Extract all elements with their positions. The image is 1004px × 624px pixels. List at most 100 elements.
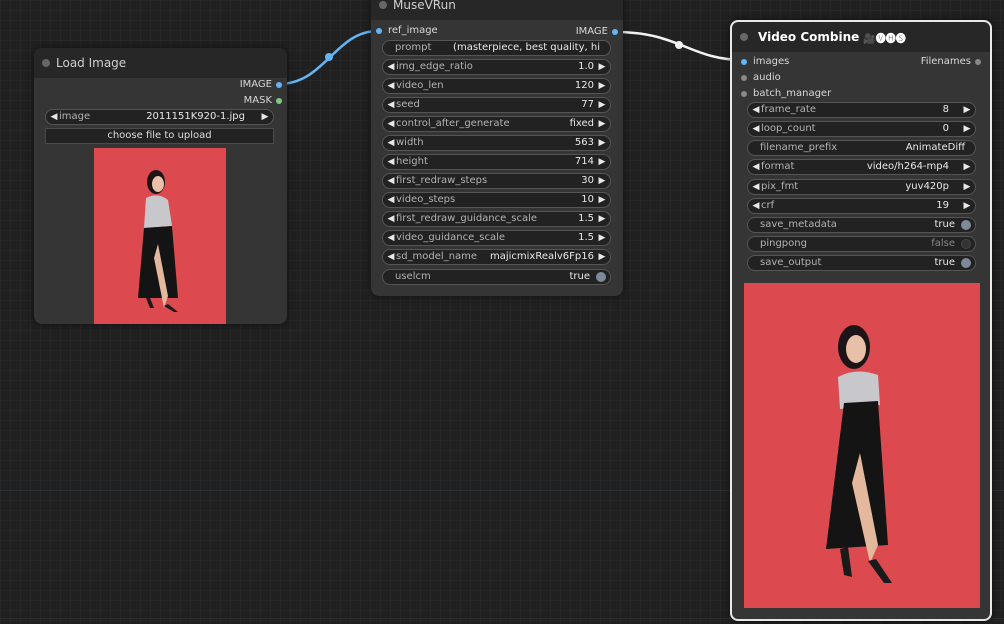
slot-dot-icon[interactable] (975, 59, 981, 65)
right-arrow-icon[interactable]: ▶ (597, 98, 607, 112)
slot-dot-icon[interactable] (276, 98, 282, 104)
format-combo-widget[interactable]: ◀ format video/h264-mp4 ▶ (747, 159, 976, 175)
widget-label: pingpong (760, 238, 807, 249)
toggle-knob-icon[interactable] (961, 220, 971, 230)
video-combine-node[interactable]: Video Combine 🎥🅥🅗🅢 images Filenames audi… (730, 20, 992, 621)
collapse-dot-icon[interactable] (379, 1, 387, 9)
right-arrow-icon[interactable]: ▶ (962, 199, 972, 213)
collapse-dot-icon[interactable] (42, 59, 50, 67)
left-arrow-icon[interactable]: ◀ (386, 212, 396, 226)
left-arrow-icon[interactable]: ◀ (49, 110, 59, 124)
left-arrow-icon[interactable]: ◀ (386, 231, 396, 245)
right-arrow-icon[interactable]: ▶ (597, 60, 607, 74)
left-arrow-icon[interactable]: ◀ (386, 117, 396, 131)
left-arrow-icon[interactable]: ◀ (751, 103, 761, 117)
load-image-node[interactable]: Load Image IMAGE MASK ◀ image 2011151K92… (34, 48, 287, 324)
right-arrow-icon[interactable]: ▶ (962, 103, 972, 117)
output-slot-mask[interactable]: MASK (182, 94, 282, 108)
right-arrow-icon[interactable]: ▶ (597, 155, 607, 169)
left-arrow-icon[interactable]: ◀ (386, 155, 396, 169)
node-title: MuseVRun (393, 0, 456, 12)
toggle-knob-icon[interactable] (961, 239, 971, 249)
widget-value: 120 (574, 80, 594, 91)
right-arrow-icon[interactable]: ▶ (597, 212, 607, 226)
toggle-knob-icon[interactable] (596, 272, 606, 282)
right-arrow-icon[interactable]: ▶ (962, 160, 972, 174)
collapse-dot-icon[interactable] (740, 33, 748, 41)
video-steps-widget[interactable]: ◀ video_steps 10 ▶ (382, 192, 611, 208)
left-arrow-icon[interactable]: ◀ (386, 60, 396, 74)
height-widget[interactable]: ◀ height 714 ▶ (382, 154, 611, 170)
right-arrow-icon[interactable]: ▶ (962, 180, 972, 194)
right-arrow-icon[interactable]: ▶ (597, 79, 607, 93)
slot-dot-icon[interactable] (612, 29, 618, 35)
image-preview (94, 148, 226, 324)
left-arrow-icon[interactable]: ◀ (386, 136, 396, 150)
video-combine-title-bar[interactable]: Video Combine 🎥🅥🅗🅢 (732, 22, 990, 52)
width-widget[interactable]: ◀ width 563 ▶ (382, 135, 611, 151)
choose-file-button[interactable]: choose file to upload (45, 128, 274, 144)
image-combo-widget[interactable]: ◀ image 2011151K920-1.jpg ▶ (45, 109, 274, 125)
right-arrow-icon[interactable]: ▶ (962, 122, 972, 136)
input-slot-images[interactable]: images (741, 55, 841, 69)
img-edge-ratio-widget[interactable]: ◀ img_edge_ratio 1.0 ▶ (382, 59, 611, 75)
widget-value: 1.0 (578, 61, 594, 72)
slot-dot-icon[interactable] (741, 91, 747, 97)
widget-value: 10 (581, 194, 594, 205)
input-slot-audio[interactable]: audio (741, 71, 841, 85)
left-arrow-icon[interactable]: ◀ (751, 160, 761, 174)
output-slot-image[interactable]: IMAGE (518, 25, 618, 39)
sd-model-name-widget[interactable]: ◀ sd_model_name majicmixRealv6Fp16 ▶ (382, 249, 611, 265)
output-slot-filenames[interactable]: Filenames (881, 55, 981, 69)
right-arrow-icon[interactable]: ▶ (597, 117, 607, 131)
crf-widget[interactable]: ◀ crf 19 ▶ (747, 198, 976, 214)
musevrun-title-bar[interactable]: MuseVRun (371, 0, 623, 20)
right-arrow-icon[interactable]: ▶ (597, 174, 607, 188)
prompt-widget[interactable]: prompt (masterpiece, best quality, hi (382, 40, 611, 56)
widget-label: video_len (396, 80, 444, 91)
uselcm-toggle[interactable]: uselcm true (382, 269, 611, 285)
widget-value: fixed (569, 118, 594, 129)
pix-fmt-combo-widget[interactable]: ◀ pix_fmt yuv420p ▶ (747, 179, 976, 195)
slot-label: Filenames (920, 56, 971, 67)
video-guidance-scale-widget[interactable]: ◀ video_guidance_scale 1.5 ▶ (382, 230, 611, 246)
left-arrow-icon[interactable]: ◀ (386, 98, 396, 112)
first-redraw-steps-widget[interactable]: ◀ first_redraw_steps 30 ▶ (382, 173, 611, 189)
widget-value: yuv420p (905, 181, 949, 192)
control-after-generate-widget[interactable]: ◀ control_after_generate fixed ▶ (382, 116, 611, 132)
load-image-title-bar[interactable]: Load Image (34, 48, 287, 78)
right-arrow-icon[interactable]: ▶ (597, 250, 607, 264)
left-arrow-icon[interactable]: ◀ (751, 122, 761, 136)
right-arrow-icon[interactable]: ▶ (597, 231, 607, 245)
input-slot-batch-manager[interactable]: batch_manager (741, 87, 861, 101)
left-arrow-icon[interactable]: ◀ (386, 250, 396, 264)
node-title: Load Image (56, 56, 127, 70)
output-slot-image[interactable]: IMAGE (182, 78, 282, 92)
vhs-badge-icons: 🎥🅥🅗🅢 (863, 33, 906, 45)
filename-prefix-widget[interactable]: filename_prefix AnimateDiff (747, 140, 976, 156)
slot-dot-icon[interactable] (276, 82, 282, 88)
left-arrow-icon[interactable]: ◀ (386, 174, 396, 188)
video-len-widget[interactable]: ◀ video_len 120 ▶ (382, 78, 611, 94)
video-preview[interactable] (744, 283, 980, 608)
right-arrow-icon[interactable]: ▶ (597, 193, 607, 207)
toggle-knob-icon[interactable] (961, 258, 971, 268)
seed-widget[interactable]: ◀ seed 77 ▶ (382, 97, 611, 113)
loop-count-widget[interactable]: ◀ loop_count 0 ▶ (747, 121, 976, 137)
save-metadata-toggle[interactable]: save_metadata true (747, 217, 976, 233)
save-output-toggle[interactable]: save_output true (747, 255, 976, 271)
input-slot-ref-image[interactable]: ref_image (376, 24, 476, 38)
left-arrow-icon[interactable]: ◀ (386, 193, 396, 207)
frame-rate-widget[interactable]: ◀ frame_rate 8 ▶ (747, 102, 976, 118)
slot-dot-icon[interactable] (741, 75, 747, 81)
right-arrow-icon[interactable]: ▶ (597, 136, 607, 150)
left-arrow-icon[interactable]: ◀ (751, 199, 761, 213)
slot-dot-icon[interactable] (741, 59, 747, 65)
pingpong-toggle[interactable]: pingpong false (747, 236, 976, 252)
right-arrow-icon[interactable]: ▶ (260, 110, 270, 124)
slot-dot-icon[interactable] (376, 28, 382, 34)
musevrun-node[interactable]: MuseVRun ref_image IMAGE prompt (masterp… (371, 0, 623, 296)
left-arrow-icon[interactable]: ◀ (751, 180, 761, 194)
first-redraw-guidance-scale-widget[interactable]: ◀ first_redraw_guidance_scale 1.5 ▶ (382, 211, 611, 227)
left-arrow-icon[interactable]: ◀ (386, 79, 396, 93)
